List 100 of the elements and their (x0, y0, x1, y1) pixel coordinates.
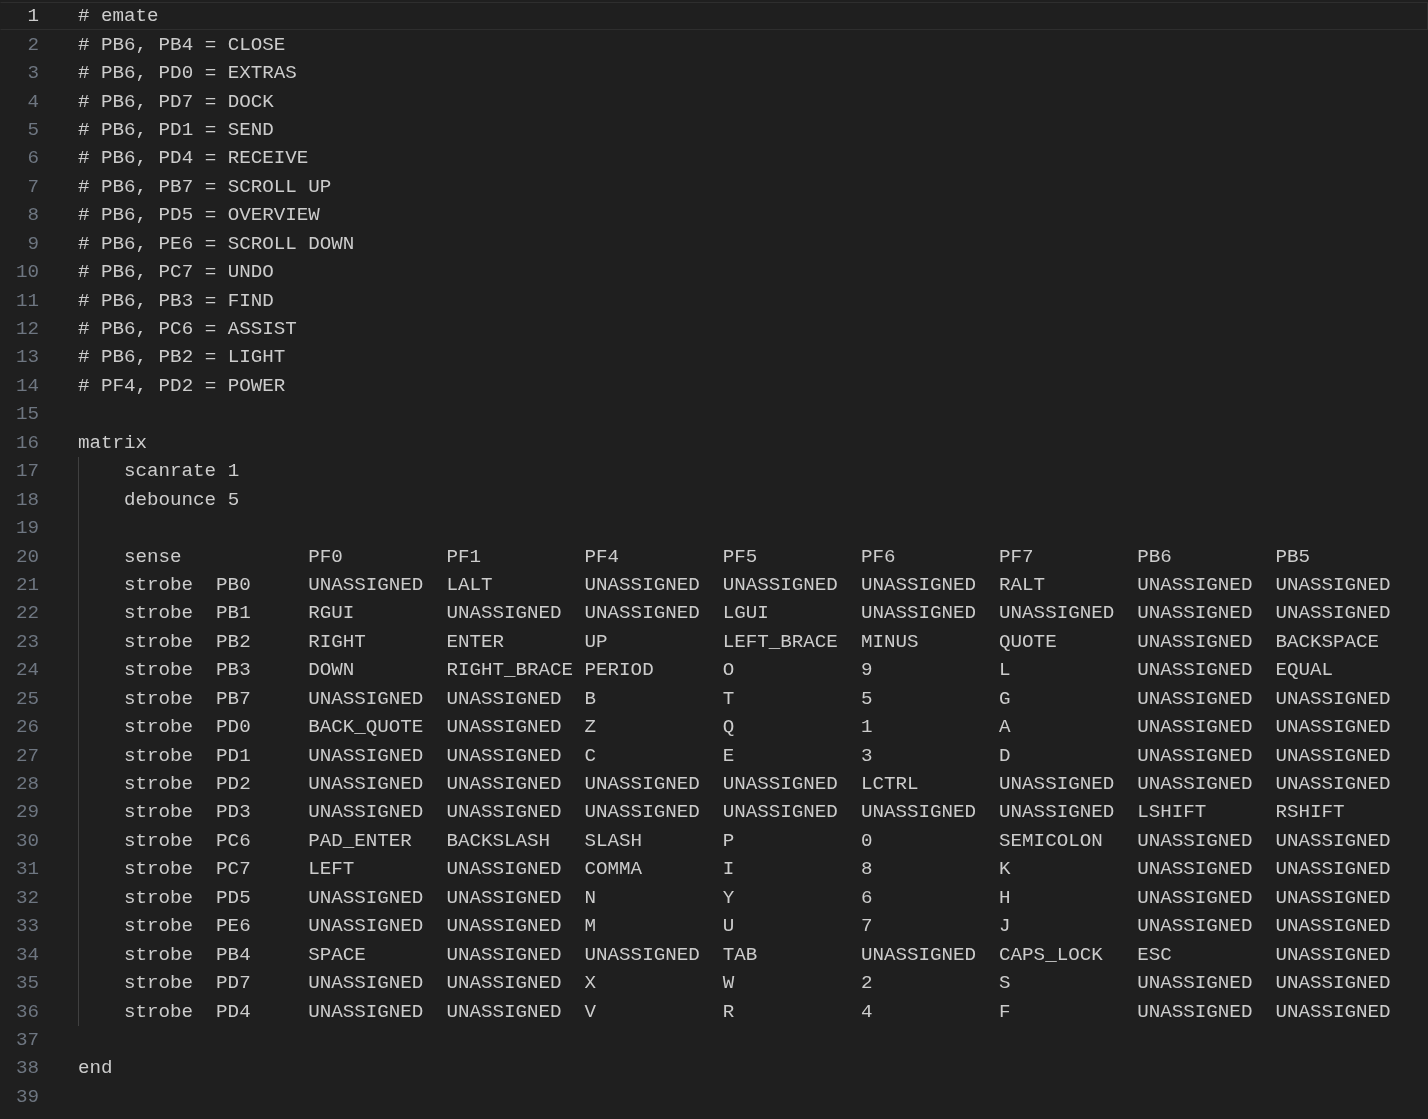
table-cell-text: PD2 (216, 773, 252, 796)
table-cell-text: B (584, 687, 598, 710)
table-cell-text: strobe (124, 773, 195, 796)
table-cell-text: strobe (124, 915, 195, 938)
table-cell-text: strobe (124, 858, 195, 881)
line-number: 3 (26, 62, 40, 85)
table-cell-text: strobe (124, 659, 195, 682)
column-header: PF6 (860, 545, 897, 568)
table-cell-text: strobe (124, 1000, 195, 1023)
table-cell-text: EQUAL (1275, 659, 1334, 682)
code-text: # PB6, PB2 = LIGHT (78, 346, 286, 369)
table-cell-text: PB1 (216, 602, 252, 625)
table-cell-text: UNASSIGNED (308, 744, 425, 767)
table-cell-text: R (722, 1000, 736, 1023)
table-cell-text: 7 (860, 915, 874, 938)
table-cell-text: UNASSIGNED (308, 915, 425, 938)
table-cell-text: Z (584, 716, 598, 739)
line-number: 11 (14, 289, 40, 312)
line-number: 34 (14, 943, 40, 966)
line-number: 36 (14, 1000, 40, 1023)
table-cell-text: PAD_ENTER (308, 829, 413, 852)
table-cell-text: UNASSIGNED (308, 687, 425, 710)
line-number: 31 (14, 858, 40, 881)
line-number: 30 (14, 829, 40, 852)
table-cell-text: RSHIFT (1275, 801, 1346, 824)
table-cell-text: UNASSIGNED (1137, 773, 1254, 796)
table-cell-text: UNASSIGNED (1275, 972, 1392, 995)
table-cell-text: X (584, 972, 598, 995)
column-header: PF4 (584, 545, 621, 568)
line-number: 7 (26, 175, 40, 198)
table-cell-text: strobe (124, 829, 195, 852)
table-cell-text: strobe (124, 943, 195, 966)
table-cell-text: T (722, 687, 736, 710)
column-header: PF0 (308, 545, 344, 568)
code-text: # PF4, PD2 = POWER (78, 374, 286, 397)
code-text: # emate (78, 5, 159, 28)
table-cell-text: U (722, 915, 736, 938)
table-cell-text: PE6 (216, 915, 252, 938)
table-cell-text: V (584, 1000, 598, 1023)
table-cell-text: Q (722, 716, 736, 739)
table-cell-text: RIGHT (308, 630, 367, 653)
table-cell-text: UNASSIGNED (1275, 744, 1392, 767)
table-cell-text: SLASH (584, 829, 644, 852)
line-number: 14 (14, 374, 40, 397)
line-number: 32 (14, 886, 40, 909)
table-cell-text: PB0 (216, 573, 252, 596)
code-text: # PB6, PD1 = SEND (78, 118, 274, 141)
line-number: 13 (14, 346, 40, 369)
table-cell-text: UNASSIGNED (1137, 716, 1254, 739)
table-cell-text: RALT (999, 573, 1047, 596)
code-text: end (78, 1057, 113, 1080)
table-cell-text: UNASSIGNED (1137, 659, 1254, 682)
table-cell-text: SPACE (308, 943, 367, 966)
line-number: 29 (14, 801, 40, 824)
table-cell-text: UNASSIGNED (999, 773, 1116, 796)
table-cell-text: PC7 (216, 858, 252, 881)
code-text: scanrate 1 (124, 460, 240, 483)
table-cell-text: PB3 (216, 659, 252, 682)
table-cell-text: 0 (860, 829, 874, 852)
line-number: 6 (26, 147, 40, 170)
table-cell-text: UNASSIGNED (1275, 915, 1392, 938)
line-number: 38 (14, 1057, 40, 1080)
table-cell-text: BACKSPACE (1275, 630, 1381, 653)
table-cell-text: RIGHT_BRACE (446, 659, 575, 682)
table-cell-text: 8 (860, 858, 874, 881)
line-number: 26 (14, 716, 40, 739)
table-cell-text: UNASSIGNED (1137, 573, 1254, 596)
table-cell-text: 1 (860, 716, 874, 739)
table-cell-text: BACK_QUOTE (308, 716, 425, 739)
table-cell-text: PB4 (216, 943, 252, 966)
table-cell-text: 2 (860, 972, 874, 995)
table-cell-text: UNASSIGNED (1275, 602, 1392, 625)
line-number: 2 (26, 33, 40, 56)
table-cell-text: strobe (124, 716, 195, 739)
table-cell-text: LALT (446, 573, 494, 596)
table-cell-text: UNASSIGNED (446, 972, 563, 995)
line-number: 25 (14, 687, 40, 710)
table-cell-text: UNASSIGNED (1137, 829, 1254, 852)
table-cell-text: UNASSIGNED (584, 773, 701, 796)
table-cell-text: LSHIFT (1137, 801, 1208, 824)
code-text: matrix (78, 431, 148, 454)
table-cell-text: strobe (124, 630, 195, 653)
table-cell-text: UNASSIGNED (1275, 687, 1392, 710)
line-number: 37 (14, 1028, 40, 1051)
table-cell-text: L (999, 659, 1012, 682)
table-cell-text: UNASSIGNED (860, 801, 978, 824)
table-cell-text: PC6 (216, 829, 252, 852)
table-cell-text: UNASSIGNED (308, 972, 425, 995)
table-cell-text: UNASSIGNED (1137, 630, 1254, 653)
table-cell-text: 3 (860, 744, 874, 767)
table-cell-text: UNASSIGNED (446, 915, 563, 938)
table-cell-text: E (722, 744, 736, 767)
table-cell-text: UNASSIGNED (860, 602, 978, 625)
table-cell-text: UNASSIGNED (1275, 886, 1392, 909)
line-number: 39 (14, 1085, 40, 1108)
table-cell-text: PB7 (216, 687, 252, 710)
code-text: # PB6, PD7 = DOCK (78, 90, 274, 113)
line-number: 21 (14, 573, 40, 596)
line-number: 22 (14, 602, 40, 625)
table-cell-text: M (584, 915, 598, 938)
